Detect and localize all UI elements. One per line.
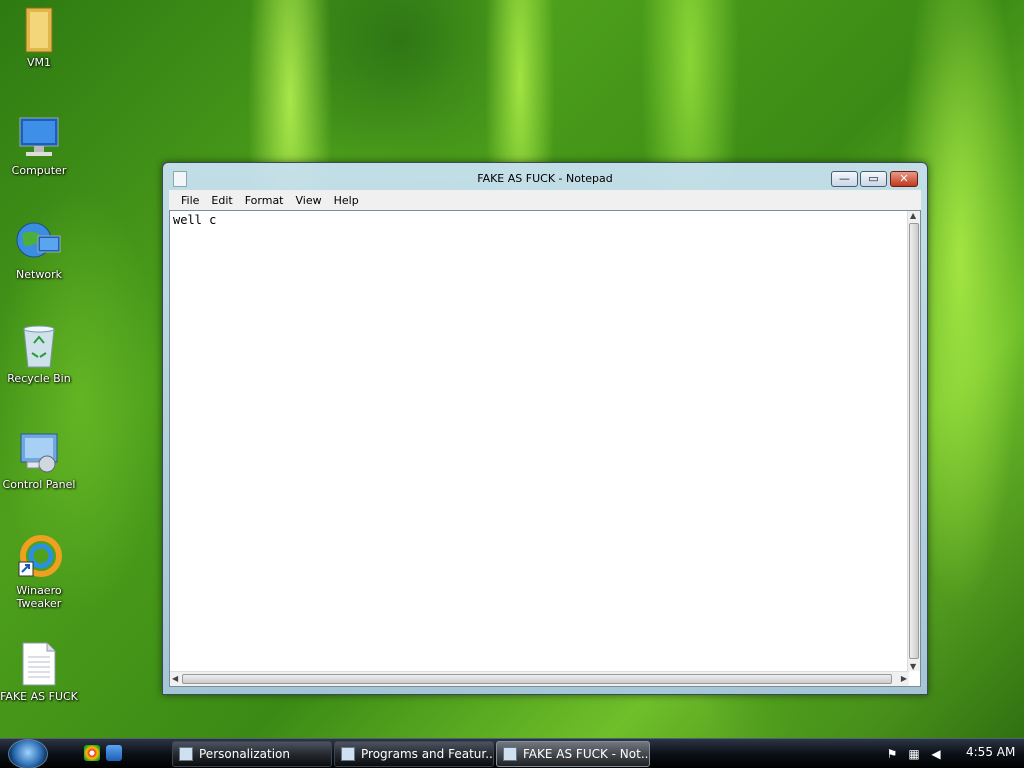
control-panel-icon	[15, 428, 63, 476]
action-center-icon[interactable]: ⚑	[884, 746, 900, 762]
notepad-icon	[503, 747, 517, 761]
desktop-icon-winaero-tweaker[interactable]: Winaero Tweaker	[0, 534, 78, 610]
chrome-icon[interactable]	[84, 745, 100, 761]
taskbar-button-label: FAKE AS FUCK - Not...	[523, 747, 650, 761]
volume-icon[interactable]: ◀	[928, 746, 944, 762]
desktop-icon-label: Control Panel	[2, 478, 76, 491]
menu-bar: File Edit Format View Help	[169, 190, 921, 210]
taskbar-button-label: Personalization	[199, 747, 290, 761]
desktop-icon-text-file[interactable]: FAKE AS FUCK	[0, 640, 78, 703]
taskbar-button-programs-features[interactable]: Programs and Featur...	[334, 741, 494, 767]
menu-view[interactable]: View	[290, 194, 328, 207]
horizontal-scroll-thumb[interactable]	[182, 674, 892, 684]
programs-features-icon	[341, 747, 355, 761]
start-button[interactable]	[8, 739, 48, 768]
show-desktop-icon[interactable]	[106, 745, 122, 761]
taskbar-button-label: Programs and Featur...	[361, 747, 494, 761]
window-title: FAKE AS FUCK - Notepad	[477, 172, 613, 185]
vertical-scroll-thumb[interactable]	[909, 223, 919, 659]
desktop-icon-network[interactable]: Network	[0, 218, 78, 281]
maximize-icon: ▭	[868, 172, 879, 185]
menu-file[interactable]: File	[175, 194, 205, 207]
vertical-scrollbar[interactable]: ▲ ▼	[907, 211, 920, 671]
computer-icon	[15, 114, 63, 162]
taskbar-button-personalization[interactable]: Personalization	[172, 741, 332, 767]
desktop-icon-vm1[interactable]: VM1	[0, 6, 78, 69]
title-bar[interactable]: FAKE AS FUCK - Notepad — ▭ ✕	[163, 163, 927, 193]
horizontal-scrollbar[interactable]: ◀ ▶	[170, 671, 909, 686]
menu-edit[interactable]: Edit	[205, 194, 238, 207]
network-globe-icon	[15, 218, 63, 266]
clock[interactable]: 4:55 AM	[966, 745, 1015, 759]
document-text[interactable]: well c	[173, 213, 216, 227]
scroll-right-icon[interactable]: ▶	[901, 674, 907, 683]
text-document-icon	[15, 640, 63, 688]
winaero-tweaker-icon	[15, 534, 63, 582]
scroll-down-icon[interactable]: ▼	[910, 662, 916, 671]
taskbar-button-notepad[interactable]: FAKE AS FUCK - Not...	[496, 741, 650, 767]
scroll-left-icon[interactable]: ◀	[172, 674, 178, 683]
recycle-bin-icon	[15, 322, 63, 370]
desktop-icon-label: Network	[16, 268, 62, 281]
desktop-icon-computer[interactable]: Computer	[0, 114, 78, 177]
desktop-icon-label: Recycle Bin	[7, 372, 71, 385]
text-editor-area[interactable]: well c ▲ ▼ ◀ ▶	[169, 210, 921, 687]
desktop-icon-control-panel[interactable]: Control Panel	[0, 428, 78, 491]
minimize-icon: —	[839, 172, 850, 185]
desktop-icon-label: Computer	[11, 164, 67, 177]
folder-icon	[15, 6, 63, 54]
menu-help[interactable]: Help	[328, 194, 365, 207]
scroll-up-icon[interactable]: ▲	[910, 211, 916, 220]
maximize-button[interactable]: ▭	[860, 171, 887, 187]
personalization-icon	[179, 747, 193, 761]
desktop-icon-label: VM1	[26, 56, 51, 69]
close-button[interactable]: ✕	[890, 171, 918, 187]
desktop-icon-label: FAKE AS FUCK	[0, 690, 78, 703]
taskbar: Personalization Programs and Featur... F…	[0, 738, 1024, 768]
desktop-icon-label: Winaero Tweaker	[16, 584, 62, 610]
network-icon[interactable]: ▦	[906, 746, 922, 762]
close-icon: ✕	[899, 172, 909, 185]
desktop-icon-recycle-bin[interactable]: Recycle Bin	[0, 322, 78, 385]
menu-format[interactable]: Format	[239, 194, 290, 207]
notepad-window: FAKE AS FUCK - Notepad — ▭ ✕ File Edit F…	[162, 162, 928, 695]
minimize-button[interactable]: —	[831, 171, 858, 187]
